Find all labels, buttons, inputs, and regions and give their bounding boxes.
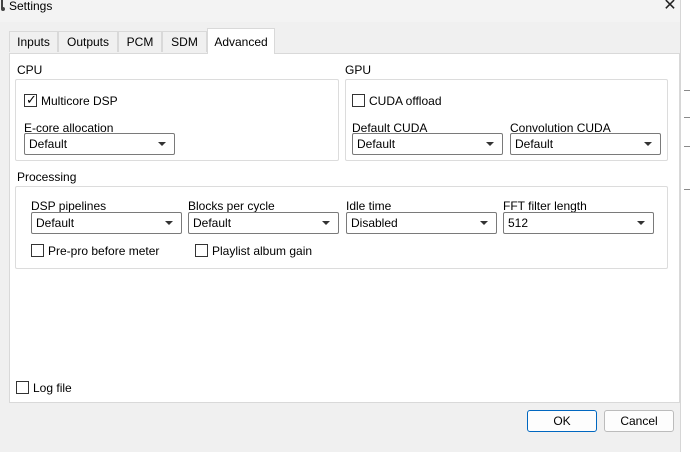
close-icon[interactable]: ✕	[660, 0, 680, 15]
title-bar: Settings ✕	[0, 0, 680, 22]
idle-time-value: Disabled	[351, 216, 398, 230]
background-glyph	[684, 146, 690, 147]
cancel-button[interactable]: Cancel	[604, 410, 674, 432]
dsp-pipelines-label: DSP pipelines	[31, 199, 107, 213]
tab-outputs[interactable]: Outputs	[58, 31, 118, 52]
app-icon	[1, 0, 5, 11]
log-file-label: Log file	[33, 381, 72, 395]
fft-filter-length-label: FFT filter length	[503, 199, 587, 213]
default-cuda-value: Default	[357, 137, 396, 151]
chevron-down-icon	[322, 221, 330, 225]
idle-time-select[interactable]: Disabled	[346, 212, 497, 234]
playlist-album-gain-checkbox[interactable]	[195, 244, 208, 257]
tab-advanced[interactable]: Advanced	[207, 28, 275, 54]
chevron-down-icon	[165, 221, 173, 225]
multicore-dsp-label: Multicore DSP	[41, 94, 118, 108]
processing-group-title: Processing	[17, 170, 77, 184]
background-glyph	[684, 189, 690, 190]
blocks-per-cycle-select[interactable]: Default	[188, 212, 339, 234]
dsp-pipelines-select[interactable]: Default	[31, 212, 182, 234]
default-cuda-select[interactable]: Default	[352, 133, 503, 155]
chevron-down-icon	[644, 142, 652, 146]
chevron-down-icon	[486, 142, 494, 146]
cpu-group-title: CPU	[17, 63, 43, 77]
dsp-pipelines-value: Default	[36, 216, 75, 230]
ecore-allocation-select[interactable]: Default	[24, 133, 175, 155]
blocks-per-cycle-value: Default	[193, 216, 232, 230]
cuda-offload-label: CUDA offload	[369, 94, 442, 108]
background-window-edge	[680, 0, 690, 452]
idle-time-label: Idle time	[346, 199, 392, 213]
fft-filter-length-value: 512	[508, 216, 529, 230]
fft-filter-length-select[interactable]: 512	[503, 212, 654, 234]
tab-sdm[interactable]: SDM	[162, 31, 207, 52]
convolution-cuda-value: Default	[515, 137, 554, 151]
background-glyph	[684, 90, 690, 91]
cuda-offload-checkbox[interactable]	[352, 94, 365, 107]
playlist-album-gain-label: Playlist album gain	[212, 244, 313, 258]
blocks-per-cycle-label: Blocks per cycle	[188, 199, 275, 213]
tab-inputs[interactable]: Inputs	[9, 31, 58, 52]
log-file-checkbox[interactable]	[16, 381, 29, 394]
checkmark-icon: ✓	[26, 92, 37, 107]
window-title: Settings	[9, 0, 53, 13]
ok-button[interactable]: OK	[527, 410, 597, 432]
chevron-down-icon	[158, 142, 166, 146]
tab-pcm[interactable]: PCM	[118, 31, 162, 52]
multicore-dsp-checkbox[interactable]: ✓	[24, 92, 37, 107]
prepro-before-meter-checkbox[interactable]	[31, 244, 44, 257]
background-glyph	[684, 117, 690, 118]
ecore-allocation-value: Default	[29, 137, 68, 151]
chevron-down-icon	[637, 221, 645, 225]
prepro-before-meter-label: Pre-pro before meter	[48, 244, 160, 258]
chevron-down-icon	[480, 221, 488, 225]
convolution-cuda-select[interactable]: Default	[510, 133, 661, 155]
gpu-group-title: GPU	[345, 63, 372, 77]
